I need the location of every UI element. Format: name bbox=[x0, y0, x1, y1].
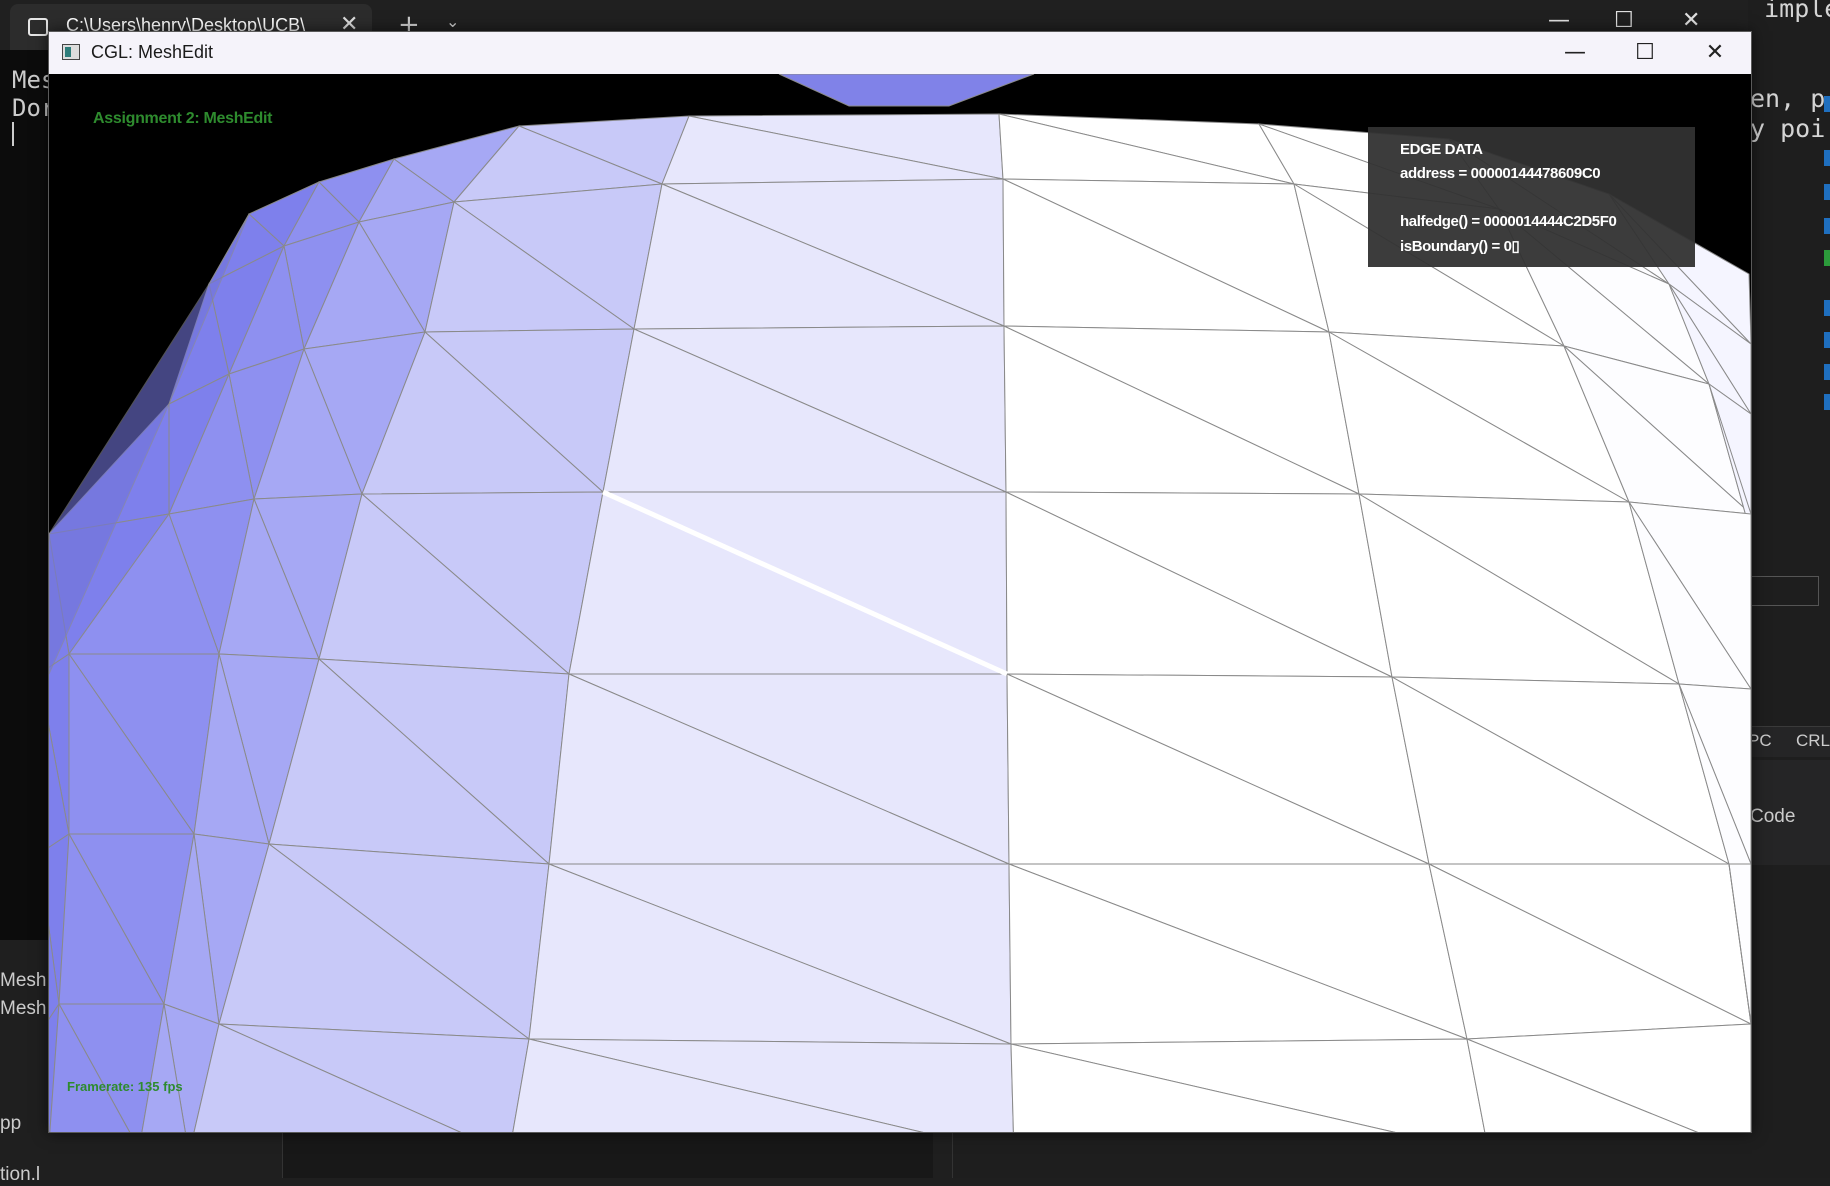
minimap-marker bbox=[1824, 96, 1830, 112]
code-label[interactable]: Code bbox=[1750, 806, 1795, 828]
edge-address: address = 00000144478609C0 bbox=[1400, 165, 1601, 182]
meshedit-window: CGL: MeshEdit — ☐ ✕ Assignment 2: MeshEd… bbox=[48, 31, 1752, 1133]
framerate-label: Framerate: 135 fps bbox=[67, 1079, 183, 1094]
search-input[interactable] bbox=[1748, 576, 1819, 606]
code-line: y poi bbox=[1750, 114, 1826, 143]
status-item[interactable]: CRLF bbox=[1796, 731, 1830, 751]
minimap-marker bbox=[1824, 364, 1830, 380]
minimap-marker bbox=[1824, 218, 1830, 234]
minimap-marker bbox=[1824, 300, 1830, 316]
minimap-marker bbox=[1824, 394, 1830, 410]
window-title: CGL: MeshEdit bbox=[91, 42, 214, 62]
edge-data-panel: EDGE DATA address = 00000144478609C0 hal… bbox=[1368, 127, 1695, 267]
minimap-marker bbox=[1824, 184, 1830, 200]
edge-data-heading: EDGE DATA bbox=[1400, 141, 1483, 158]
code-line: en, p bbox=[1750, 84, 1826, 113]
mesh-viewport[interactable]: Assignment 2: MeshEdit Framerate: 135 fp… bbox=[49, 74, 1751, 1132]
terminal-icon bbox=[28, 18, 48, 36]
terminal-output[interactable]: Mes Dor bbox=[0, 50, 55, 940]
meshedit-titlebar[interactable]: CGL: MeshEdit — ☐ ✕ bbox=[49, 32, 1751, 74]
maximize-button[interactable]: ☐ bbox=[1615, 36, 1675, 70]
mesh-top-cap bbox=[778, 74, 1035, 107]
background-editor: g imple en, p y poi PC CRLF Code bbox=[1748, 0, 1830, 1178]
edge-is-boundary: isBoundary() = 0▯ bbox=[1400, 238, 1520, 255]
status-bar: PC CRLF bbox=[1748, 726, 1830, 757]
file-explorer-fragment: Mesh.c Mesh.h pp tion.l bbox=[0, 940, 62, 1185]
assignment-title: Assignment 2: MeshEdit bbox=[93, 110, 273, 127]
terminal-cursor bbox=[12, 122, 14, 146]
edge-halfedge: halfedge() = 0000014444C2D5F0 bbox=[1400, 213, 1617, 230]
minimize-button[interactable]: — bbox=[1545, 36, 1605, 70]
file-item[interactable]: pp bbox=[0, 1113, 21, 1135]
code-line: g imple bbox=[1748, 0, 1830, 23]
app-icon bbox=[62, 44, 80, 60]
file-item[interactable]: tion.l bbox=[0, 1164, 40, 1186]
tab-dropdown-button[interactable]: ⌄ bbox=[446, 12, 459, 31]
minimap-marker bbox=[1824, 150, 1830, 166]
terminal-maximize-icon[interactable]: ☐ bbox=[1614, 8, 1634, 33]
minimap-marker bbox=[1824, 250, 1830, 266]
terminal-close-icon[interactable]: ✕ bbox=[1682, 8, 1700, 33]
terminal-minimize-icon[interactable]: — bbox=[1548, 8, 1570, 33]
close-button[interactable]: ✕ bbox=[1685, 36, 1745, 70]
minimap-marker bbox=[1824, 332, 1830, 348]
